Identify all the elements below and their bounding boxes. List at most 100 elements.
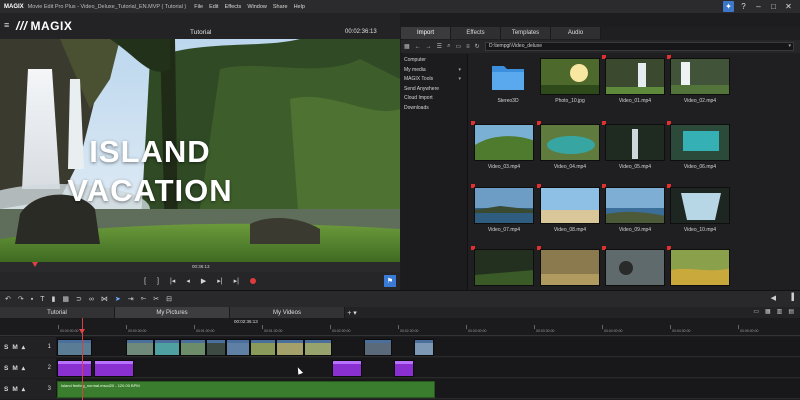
sort-icon[interactable]: ≡ [466, 44, 470, 50]
help-icon[interactable]: ? [738, 1, 749, 12]
video-clip[interactable] [206, 339, 226, 356]
cut-icon[interactable]: ⊃ [76, 295, 82, 303]
chevron-down-icon[interactable]: ▾ [788, 43, 791, 50]
media-item[interactable]: Video_08.mp4 [537, 184, 600, 233]
title-tool-icon[interactable]: T [40, 296, 44, 303]
title-clip[interactable] [94, 360, 134, 377]
go-to-end-button[interactable]: ▸| [234, 277, 239, 285]
undo-icon[interactable]: ↶ [5, 295, 11, 303]
title-clip[interactable] [332, 360, 362, 377]
add-tab-button[interactable]: + ▾ [345, 307, 359, 318]
folder-icon[interactable]: ▭ [455, 43, 461, 50]
video-clip[interactable] [57, 339, 92, 356]
media-item[interactable] [471, 246, 534, 286]
path-input[interactable]: D:\tempgi\Video_deluxe ▾ [485, 42, 794, 51]
scrub-marker-icon[interactable] [32, 262, 38, 267]
close-icon[interactable]: ✕ [783, 1, 794, 12]
solo-button[interactable]: S [4, 344, 8, 351]
menu-effects[interactable]: Effects [225, 4, 242, 10]
play-button[interactable]: ▶ [201, 277, 206, 285]
search-icon[interactable]: ⌕ [447, 43, 450, 50]
menu-file[interactable]: File [194, 4, 203, 10]
track-1[interactable]: S M ▴ 1 [0, 337, 800, 357]
video-preview[interactable]: ISLAND VACATION [0, 39, 400, 262]
media-item[interactable] [602, 246, 665, 286]
refresh-icon[interactable]: ↻ [475, 43, 480, 50]
video-clip[interactable] [414, 339, 434, 356]
tab-import[interactable]: Import [401, 27, 451, 39]
media-item[interactable]: Video_09.mp4 [602, 184, 665, 233]
media-item[interactable]: Video_10.mp4 [667, 184, 730, 233]
storyboard-view-icon[interactable]: ▦ [765, 308, 771, 315]
media-item[interactable]: Video_07.mp4 [471, 184, 534, 233]
tab-effects[interactable]: Effects [451, 27, 501, 39]
lock-icon[interactable]: ▴ [22, 385, 25, 393]
forward-icon[interactable]: → [426, 44, 432, 50]
menu-window[interactable]: Window [247, 4, 267, 10]
step-forward-button[interactable]: ▸| [217, 277, 222, 285]
tab-templates[interactable]: Templates [501, 27, 551, 39]
sidebar-item-cloud-import[interactable]: Cloud Import [401, 95, 467, 105]
video-clip[interactable] [364, 339, 392, 356]
menu-help[interactable]: Help [294, 4, 305, 10]
video-clip[interactable] [226, 339, 250, 356]
solo-button[interactable]: S [4, 386, 8, 393]
scene-view-icon[interactable]: ▥ [777, 308, 783, 315]
speaker-icon[interactable]: ◀ [771, 294, 776, 302]
audio-clip[interactable]: Island feeling_normal.mscd20 - 120.00 BP… [57, 381, 435, 398]
link-icon[interactable]: ∞ [89, 296, 94, 303]
menu-edit[interactable]: Edit [209, 4, 218, 10]
back-icon[interactable]: ← [415, 44, 421, 50]
media-item[interactable] [537, 246, 600, 286]
track-3[interactable]: S M ▴ 3 Island feeling_normal.mscd20 - 1… [0, 379, 800, 399]
stretch-mode-icon[interactable]: ✂ [153, 295, 159, 303]
marker-icon[interactable]: ▮ [52, 295, 56, 303]
tab-my-pictures[interactable]: My Pictures [115, 307, 230, 318]
storyboard-icon[interactable]: ▦ [62, 295, 69, 303]
video-clip[interactable] [126, 339, 154, 356]
timeline-ruler[interactable]: 00:02:36:13 00:00:00:00 00:00:30:00 00:01:… [56, 318, 800, 336]
lock-icon[interactable]: ▴ [22, 343, 25, 351]
track-2[interactable]: S M ▴ 2 [0, 358, 800, 378]
tab-audio[interactable]: Audio [551, 27, 601, 39]
mute-button[interactable]: M [12, 386, 17, 393]
media-item[interactable]: Video_04.mp4 [537, 121, 600, 170]
sidebar-item-computer[interactable]: Computer [401, 57, 467, 67]
timeline-view-icon[interactable]: ▭ [753, 308, 759, 315]
chevron-down-icon[interactable]: ▾ [458, 76, 461, 82]
sidebar-item-magix-tools[interactable]: MAGIX Tools ▾ [401, 76, 467, 86]
menu-share[interactable]: Share [273, 4, 288, 10]
delete-icon[interactable]: ▪ [31, 296, 33, 303]
sidebar-item-downloads[interactable]: Downloads [401, 105, 467, 115]
split-icon[interactable]: ⋈ [101, 295, 108, 303]
media-item[interactable]: Video_06.mp4 [667, 121, 730, 170]
step-back-button[interactable]: ◂ [186, 277, 190, 285]
mark-in-button[interactable]: [ [144, 278, 146, 285]
media-item[interactable]: Video_05.mp4 [602, 121, 665, 170]
go-to-start-button[interactable]: |◂ [170, 277, 175, 285]
video-clip[interactable] [304, 339, 332, 356]
redo-icon[interactable]: ↷ [18, 295, 24, 303]
record-button[interactable] [249, 278, 256, 284]
sidebar-item-my-media[interactable]: My media ▾ [401, 67, 467, 77]
minimize-icon[interactable]: – [753, 1, 764, 12]
lock-icon[interactable]: ▴ [22, 364, 25, 372]
title-clip[interactable] [394, 360, 414, 377]
chevron-down-icon[interactable]: ▾ [458, 67, 461, 73]
settings-icon[interactable]: ▤ [788, 308, 794, 315]
title-clip[interactable] [57, 360, 92, 377]
video-clip[interactable] [250, 339, 276, 356]
media-item[interactable]: Stereo3D [478, 58, 538, 104]
media-item[interactable]: Video_01.mp4 [602, 55, 665, 104]
playhead-handle-icon[interactable] [79, 329, 85, 334]
mute-button[interactable]: M [12, 365, 17, 372]
media-item[interactable]: Video_03.mp4 [471, 121, 534, 170]
curve-mode-icon[interactable]: ⟜ [141, 295, 147, 303]
range-mode-icon[interactable]: ⇥ [128, 295, 134, 303]
sidebar-item-send-anywhere[interactable]: Send Anywhere [401, 86, 467, 96]
mark-out-button[interactable]: ] [157, 278, 159, 285]
video-clip[interactable] [180, 339, 206, 356]
magic-wand-icon[interactable]: ✦ [723, 1, 734, 12]
media-item[interactable] [667, 246, 730, 286]
video-clip[interactable] [276, 339, 304, 356]
